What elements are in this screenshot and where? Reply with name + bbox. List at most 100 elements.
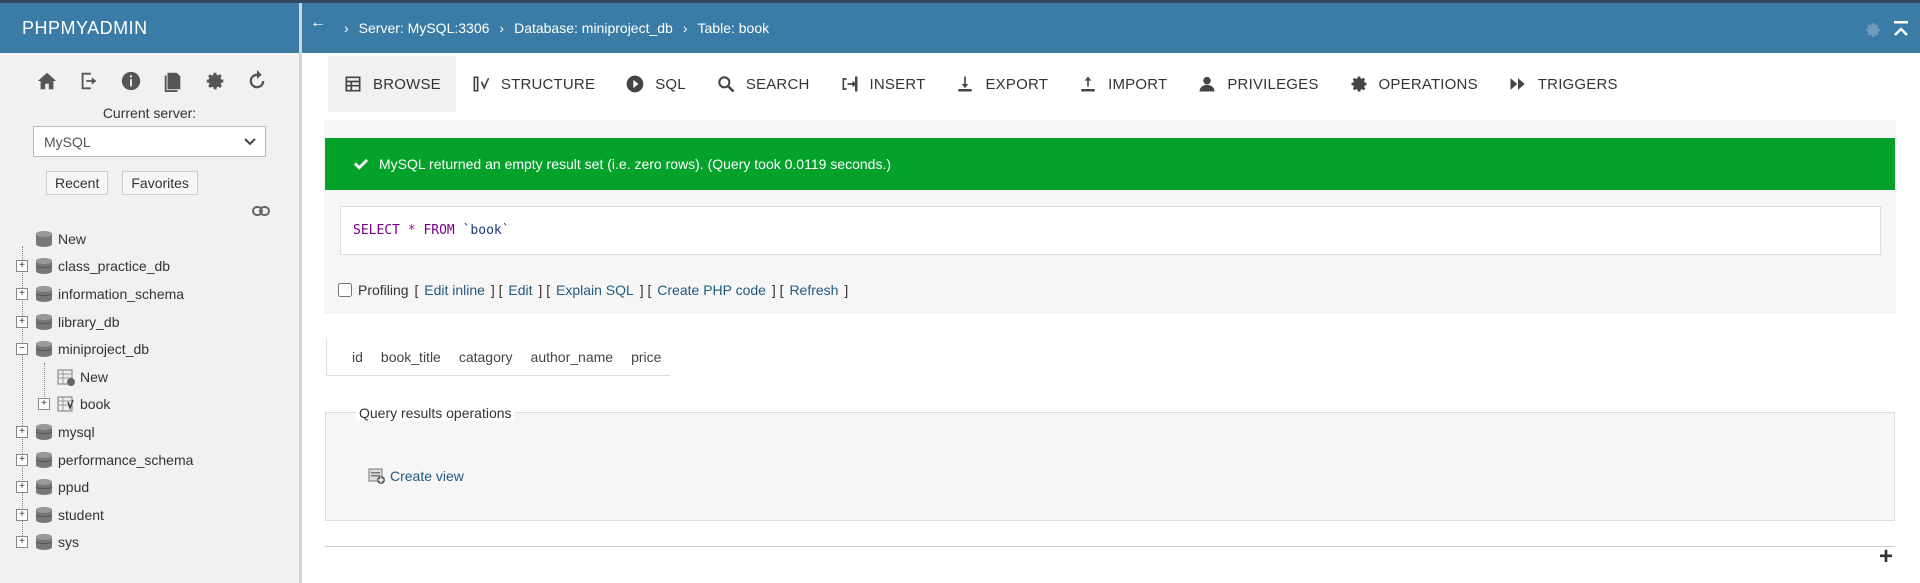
tree-label[interactable]: book [80, 396, 110, 412]
link-icon[interactable] [252, 205, 270, 217]
back-arrow-icon[interactable]: ← [310, 14, 326, 32]
expand-toggle-icon[interactable]: + [16, 260, 28, 273]
explain-sql-link[interactable]: Explain SQL [556, 282, 634, 298]
expand-toggle-icon[interactable]: + [16, 315, 28, 328]
expand-toggle-icon[interactable]: + [16, 508, 28, 521]
tree-db-class-practice-db[interactable]: + class_practice_db [0, 253, 300, 281]
column-header[interactable]: book_title [372, 349, 450, 365]
bracket: [ [410, 282, 423, 298]
create-view-link[interactable]: Create view [368, 467, 464, 485]
home-icon[interactable] [26, 67, 68, 95]
expand-toggle-icon[interactable]: + [16, 453, 28, 466]
tree-label[interactable]: New [58, 231, 86, 247]
tree-label[interactable]: miniproject_db [58, 341, 149, 357]
profiling-row: Profiling [ Edit inline ] [ Edit ] [ Exp… [338, 282, 848, 298]
tree-db-library-db[interactable]: + library_db [0, 308, 300, 336]
tree-label[interactable]: mysql [58, 424, 95, 440]
tree-label[interactable]: sys [58, 534, 79, 550]
refresh-link[interactable]: Refresh [789, 282, 838, 298]
tree-label[interactable]: New [80, 369, 108, 385]
expand-toggle-icon[interactable]: + [16, 425, 28, 438]
nav-icons [0, 65, 299, 97]
tab-browse[interactable]: BROWSE [328, 56, 456, 112]
profiling-label: Profiling [358, 282, 409, 298]
tree-label[interactable]: information_schema [58, 286, 184, 302]
breadcrumb-server[interactable]: Server: MySQL:3306 [359, 20, 490, 36]
create-view-label: Create view [390, 468, 464, 484]
tree-label[interactable]: ppud [58, 479, 89, 495]
info-icon[interactable] [110, 67, 152, 95]
column-header[interactable]: catagory [450, 349, 522, 365]
tab-structure[interactable]: STRUCTURE [456, 56, 610, 112]
tree-db-sys[interactable]: + sys [0, 529, 300, 557]
edit-link[interactable]: Edit [508, 282, 532, 298]
edit-inline-link[interactable]: Edit inline [424, 282, 485, 298]
tab-import[interactable]: IMPORT [1063, 56, 1182, 112]
header-settings-icon[interactable] [1864, 21, 1882, 39]
expand-toggle-icon[interactable]: + [16, 536, 28, 549]
column-header[interactable]: author_name [522, 349, 623, 365]
tab-insert[interactable]: INSERT [825, 56, 941, 112]
database-icon [34, 312, 54, 332]
logout-icon[interactable] [68, 67, 110, 95]
tree-db-information-schema[interactable]: + information_schema [0, 280, 300, 308]
expand-toggle-icon[interactable]: + [16, 287, 28, 300]
current-server-label: Current server: [102, 105, 197, 121]
collapse-icon[interactable] [1892, 19, 1910, 39]
export-icon [958, 76, 973, 92]
create-view-icon [368, 468, 385, 484]
create-php-code-link[interactable]: Create PHP code [657, 282, 766, 298]
tab-label: INSERT [869, 75, 926, 93]
recent-button[interactable]: Recent [46, 171, 109, 195]
tree-db-performance-schema[interactable]: + performance_schema [0, 446, 300, 474]
column-header[interactable]: id [327, 349, 372, 365]
database-icon [34, 339, 54, 359]
docs-icon[interactable] [152, 67, 194, 95]
breadcrumb-table[interactable]: Table: book [698, 20, 770, 36]
favorites-button[interactable]: Favorites [122, 171, 198, 195]
triggers-icon [1510, 78, 1525, 90]
tab-search[interactable]: SEARCH [701, 56, 825, 112]
server-select[interactable]: MySQL [33, 126, 266, 157]
tab-label: EXPORT [985, 75, 1049, 93]
tree-db-new[interactable]: New [0, 225, 300, 253]
expand-toggle-icon[interactable]: + [38, 398, 50, 411]
logo[interactable]: PHPMYADMIN [0, 3, 299, 53]
tree-db-mysql[interactable]: + mysql [0, 418, 300, 446]
reload-icon[interactable] [236, 67, 278, 95]
success-message: MySQL returned an empty result set (i.e.… [325, 138, 1895, 190]
tab-sql[interactable]: SQL [610, 56, 701, 112]
tab-label: TRIGGERS [1537, 75, 1618, 93]
breadcrumb-sep: › [499, 20, 505, 36]
breadcrumb-sep: › [344, 20, 349, 36]
column-header[interactable]: price [622, 349, 670, 365]
sql-icon [626, 75, 644, 93]
sql-query-box[interactable]: SELECT * FROM `book` [340, 206, 1881, 255]
profiling-checkbox[interactable] [338, 283, 352, 297]
expand-toggle-icon[interactable]: + [16, 481, 28, 494]
tree-table-book[interactable]: + book [0, 391, 300, 419]
tab-operations[interactable]: OPERATIONS [1334, 56, 1493, 112]
server-select-value: MySQL [44, 133, 91, 150]
table-icon [56, 394, 76, 414]
tab-privileges[interactable]: PRIVILEGES [1182, 56, 1333, 112]
tree-label[interactable]: library_db [58, 314, 119, 330]
tab-triggers[interactable]: TRIGGERS [1493, 56, 1633, 112]
search-icon [718, 76, 735, 93]
add-button[interactable]: + [1876, 545, 1896, 569]
breadcrumb-database[interactable]: Database: miniproject_db [514, 20, 673, 36]
tree-db-student[interactable]: + student [0, 501, 300, 529]
recent-favorites: Recent Favorites [46, 171, 299, 195]
tree-label[interactable]: student [58, 507, 104, 523]
check-icon [354, 159, 368, 170]
tree-db-ppud[interactable]: + ppud [0, 473, 300, 501]
tab-label: SQL [655, 75, 686, 93]
tree-table-new[interactable]: New [0, 363, 300, 391]
settings-icon[interactable] [194, 67, 236, 95]
tree-label[interactable]: performance_schema [58, 452, 193, 468]
collapse-toggle-icon[interactable]: − [16, 343, 28, 356]
tree-label[interactable]: class_practice_db [58, 258, 170, 274]
tree-db-miniproject-db[interactable]: − miniproject_db [0, 335, 300, 363]
tab-export[interactable]: EXPORT [940, 56, 1063, 112]
sql-keyword-from: FROM [423, 223, 455, 238]
